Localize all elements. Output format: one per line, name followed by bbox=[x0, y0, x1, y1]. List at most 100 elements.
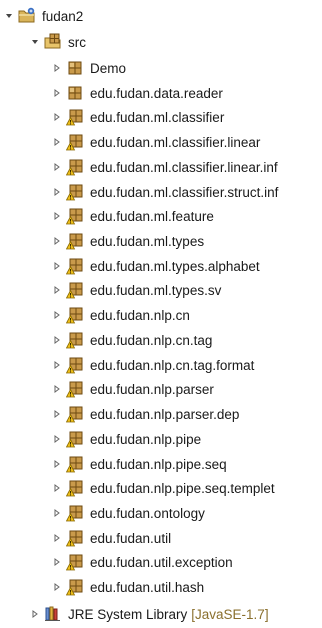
package-warning-icon bbox=[66, 257, 84, 275]
tree-item-jre-library[interactable]: JRE System Library [JavaSE-1.7] bbox=[30, 603, 269, 625]
tree-item-package[interactable]: edu.fudan.nlp.pipe bbox=[52, 428, 201, 450]
tree-item-label: JRE System Library bbox=[68, 606, 188, 622]
tree-item-label: edu.fudan.nlp.parser bbox=[90, 381, 214, 397]
tree-item-package[interactable]: edu.fudan.ontology bbox=[52, 502, 205, 524]
chevron-right-icon[interactable] bbox=[52, 527, 62, 549]
tree-item-label: edu.fudan.ml.classifier.linear.inf bbox=[90, 159, 278, 175]
tree-item-package[interactable]: Demo bbox=[52, 57, 126, 79]
tree-item-label: edu.fudan.data.reader bbox=[90, 85, 223, 101]
project-folder-icon bbox=[18, 7, 36, 25]
chevron-right-icon[interactable] bbox=[52, 576, 62, 598]
tree-item-package[interactable]: edu.fudan.ml.classifier.linear bbox=[52, 131, 260, 153]
package-warning-icon bbox=[66, 529, 84, 547]
chevron-right-icon[interactable] bbox=[52, 502, 62, 524]
tree-item-package[interactable]: edu.fudan.nlp.parser.dep bbox=[52, 403, 239, 425]
chevron-right-icon[interactable] bbox=[52, 255, 62, 277]
tree-item-package[interactable]: edu.fudan.nlp.cn.tag.format bbox=[52, 354, 254, 376]
tree-item-package[interactable]: edu.fudan.data.reader bbox=[52, 82, 223, 104]
package-warning-icon bbox=[66, 430, 84, 448]
package-warning-icon bbox=[66, 405, 84, 423]
package-warning-icon bbox=[66, 479, 84, 497]
chevron-right-icon[interactable] bbox=[52, 279, 62, 301]
tree-item-package[interactable]: edu.fudan.ml.classifier bbox=[52, 106, 224, 128]
package-warning-icon bbox=[66, 331, 84, 349]
chevron-right-icon[interactable] bbox=[52, 354, 62, 376]
tree-item-package[interactable]: edu.fudan.util.exception bbox=[52, 551, 233, 573]
package-warning-icon bbox=[66, 380, 84, 398]
package-warning-icon bbox=[66, 108, 84, 126]
tree-item-package[interactable]: edu.fudan.util bbox=[52, 527, 171, 549]
tree-item-label: edu.fudan.ml.types.alphabet bbox=[90, 258, 260, 274]
chevron-right-icon[interactable] bbox=[52, 106, 62, 128]
tree-item-label: edu.fudan.nlp.cn.tag.format bbox=[90, 357, 255, 373]
tree-item-package[interactable]: edu.fudan.nlp.parser bbox=[52, 378, 214, 400]
tree-item-label: edu.fudan.nlp.pipe.seq.templet bbox=[90, 480, 275, 496]
package-icon bbox=[66, 59, 84, 77]
library-icon bbox=[44, 605, 62, 623]
tree-item-label: fudan2 bbox=[42, 8, 84, 24]
tree-item-package[interactable]: edu.fudan.util.hash bbox=[52, 576, 204, 598]
package-warning-icon bbox=[66, 158, 84, 176]
tree-item-label: edu.fudan.ml.classifier bbox=[90, 109, 225, 125]
chevron-down-icon[interactable] bbox=[30, 31, 40, 53]
tree-item-package[interactable]: edu.fudan.nlp.cn.tag bbox=[52, 329, 212, 351]
chevron-right-icon[interactable] bbox=[52, 131, 62, 153]
chevron-right-icon[interactable] bbox=[52, 453, 62, 475]
tree-item-package[interactable]: edu.fudan.ml.types.alphabet bbox=[52, 255, 260, 277]
tree-item-label: edu.fudan.nlp.pipe bbox=[90, 431, 202, 447]
chevron-down-icon[interactable] bbox=[4, 5, 14, 27]
chevron-right-icon[interactable] bbox=[52, 230, 62, 252]
chevron-right-icon[interactable] bbox=[52, 428, 62, 450]
tree-item-label: edu.fudan.ml.classifier.struct.inf bbox=[90, 184, 279, 200]
tree-item-project[interactable]: fudan2 bbox=[4, 5, 83, 27]
tree-item-label: edu.fudan.util.hash bbox=[90, 579, 205, 595]
tree-item-label: edu.fudan.ml.types.sv bbox=[90, 282, 222, 298]
tree-item-label: edu.fudan.ml.types bbox=[90, 233, 205, 249]
chevron-right-icon[interactable] bbox=[52, 304, 62, 326]
source-folder-icon bbox=[44, 33, 62, 51]
package-icon bbox=[66, 84, 84, 102]
chevron-right-icon[interactable] bbox=[52, 378, 62, 400]
tree-item-label: edu.fudan.nlp.pipe.seq bbox=[90, 456, 227, 472]
chevron-right-icon[interactable] bbox=[52, 57, 62, 79]
package-warning-icon bbox=[66, 232, 84, 250]
chevron-right-icon[interactable] bbox=[52, 181, 62, 203]
chevron-right-icon[interactable] bbox=[52, 205, 62, 227]
tree-item-label: edu.fudan.nlp.cn bbox=[90, 307, 190, 323]
package-warning-icon bbox=[66, 183, 84, 201]
chevron-right-icon[interactable] bbox=[30, 603, 40, 625]
chevron-right-icon[interactable] bbox=[52, 82, 62, 104]
library-version-label: [JavaSE-1.7] bbox=[191, 606, 269, 622]
tree-item-package[interactable]: edu.fudan.ml.feature bbox=[52, 205, 214, 227]
package-warning-icon bbox=[66, 504, 84, 522]
tree-item-label: edu.fudan.ml.feature bbox=[90, 208, 214, 224]
chevron-right-icon[interactable] bbox=[52, 403, 62, 425]
package-warning-icon bbox=[66, 281, 84, 299]
tree-item-package[interactable]: edu.fudan.ml.types.sv bbox=[52, 279, 221, 301]
package-warning-icon bbox=[66, 133, 84, 151]
chevron-right-icon[interactable] bbox=[52, 477, 62, 499]
tree-item-label: Demo bbox=[90, 60, 127, 76]
tree-item-package[interactable]: edu.fudan.ml.classifier.linear.inf bbox=[52, 156, 278, 178]
tree-item-label: edu.fudan.util bbox=[90, 530, 172, 546]
package-warning-icon bbox=[66, 306, 84, 324]
chevron-right-icon[interactable] bbox=[52, 329, 62, 351]
package-warning-icon bbox=[66, 553, 84, 571]
tree-item-package[interactable]: edu.fudan.ml.types bbox=[52, 230, 204, 252]
package-warning-icon bbox=[66, 455, 84, 473]
tree-item-package[interactable]: edu.fudan.nlp.cn bbox=[52, 304, 190, 326]
package-warning-icon bbox=[66, 578, 84, 596]
tree-item-label: edu.fudan.ontology bbox=[90, 505, 205, 521]
tree-item-label: src bbox=[68, 34, 86, 50]
tree-item-label: edu.fudan.nlp.cn.tag bbox=[90, 332, 213, 348]
tree-item-package[interactable]: edu.fudan.ml.classifier.struct.inf bbox=[52, 181, 278, 203]
tree-item-src[interactable]: src bbox=[30, 31, 86, 53]
tree-item-package[interactable]: edu.fudan.nlp.pipe.seq.templet bbox=[52, 477, 275, 499]
package-warning-icon bbox=[66, 356, 84, 374]
tree-item-label: edu.fudan.ml.classifier.linear bbox=[90, 134, 261, 150]
package-warning-icon bbox=[66, 207, 84, 225]
tree-item-package[interactable]: edu.fudan.nlp.pipe.seq bbox=[52, 453, 227, 475]
tree-item-label: edu.fudan.nlp.parser.dep bbox=[90, 406, 240, 422]
chevron-right-icon[interactable] bbox=[52, 156, 62, 178]
chevron-right-icon[interactable] bbox=[52, 551, 62, 573]
